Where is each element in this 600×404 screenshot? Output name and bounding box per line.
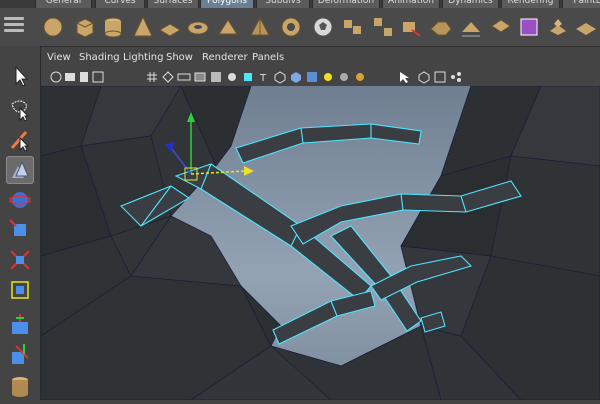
pipe-icon[interactable] [278,14,304,40]
reduce-icon[interactable] [458,14,484,40]
soft-mod-icon[interactable] [6,276,34,304]
bridge-icon[interactable] [573,14,599,40]
image-plane-icon[interactable] [91,69,105,83]
shelf-tab-dynamics[interactable]: Dynamics [442,0,499,8]
show-manipulator-icon[interactable] [6,310,34,338]
combine-icon[interactable] [340,14,366,40]
default-lighting-icon[interactable] [321,69,335,83]
shadows-icon[interactable] [353,69,367,83]
shelf-menu-icon[interactable] [4,14,24,40]
select-tool-icon[interactable] [6,62,34,90]
cylinder-icon[interactable] [100,14,126,40]
rotate-tool-icon[interactable] [6,186,34,214]
panel-menu-lighting[interactable]: Lighting [123,51,163,64]
grid-icon[interactable] [145,69,159,83]
shelf-tab-animation[interactable]: Animation [382,0,440,8]
all-lights-icon[interactable] [337,69,351,83]
extrude-icon[interactable] [545,14,571,40]
extract-icon[interactable] [398,14,424,40]
panel-toolbar: T [41,66,600,87]
lasso-tool-icon[interactable] [6,96,34,124]
shelf-tab-subdivs[interactable]: Subdivs [256,0,310,8]
shelf-tab-rendering[interactable]: Rendering [501,0,560,8]
panel-menu-shading[interactable]: Shading [79,51,120,64]
cone-icon[interactable] [130,14,156,40]
camera-attributes-icon[interactable] [49,69,63,83]
gate-mask-icon[interactable] [209,69,223,83]
panel-menu-view[interactable]: View [47,51,71,64]
paint-select-tool-icon[interactable] [6,126,34,154]
booleans-icon[interactable] [516,14,542,40]
textured-icon[interactable] [305,69,319,83]
svg-text:T: T [259,73,267,84]
move-tool-icon[interactable] [6,156,34,184]
perspective-viewport[interactable] [41,86,600,400]
separate-icon[interactable] [370,14,396,40]
smooth-icon[interactable] [428,14,454,40]
toolbox [0,46,41,400]
shelf-tab-surfaces[interactable]: Surfaces [147,0,199,8]
share-icon[interactable] [449,69,463,83]
shelf-tab-curves[interactable]: Curves [95,0,145,8]
plane-icon[interactable] [157,14,183,40]
prism-icon[interactable] [215,14,241,40]
bookmark-icon[interactable] [77,69,91,83]
resolution-gate-icon[interactable] [193,69,207,83]
torus-icon[interactable] [185,14,211,40]
isolate-select-icon[interactable] [397,69,411,83]
shelf [0,8,600,47]
safe-title-icon[interactable]: T [257,69,271,84]
xray-icon[interactable] [417,69,431,84]
universal-manipulator-icon[interactable] [6,246,34,274]
cylinder-object-icon[interactable] [6,372,34,400]
soccer-ball-icon[interactable] [310,14,336,40]
sphere-icon[interactable] [40,14,66,40]
smooth-shade-icon[interactable] [289,69,303,83]
safe-action-icon[interactable] [241,69,255,83]
cube-icon[interactable] [72,14,98,40]
wireframe-icon[interactable] [161,69,175,83]
select-camera-icon[interactable] [63,69,77,83]
shelf-tab-polygons[interactable]: Polygons [200,0,254,8]
shelf-tab-paintef[interactable]: PaintEf [562,0,600,8]
panel-menu-show[interactable]: Show [166,51,193,64]
panel-menu-renderer[interactable]: Renderer [202,51,248,64]
xray-joints-icon[interactable] [433,69,447,83]
shelf-tab-general[interactable]: General [35,0,92,8]
last-tool-icon[interactable] [6,340,34,368]
cleanup-icon[interactable] [488,14,514,40]
scale-tool-icon[interactable] [6,216,34,244]
film-gate-icon[interactable] [177,69,191,83]
wireframe-shade-icon[interactable] [273,69,287,84]
field-chart-icon[interactable] [225,69,239,83]
panel-menu-panels[interactable]: Panels [252,51,284,64]
panel-menu-bar: View Shading Lighting Show Renderer Panels [41,50,600,65]
viewport-scene[interactable] [41,86,600,400]
shelf-tab-deformation[interactable]: Deformation [312,0,380,8]
pyramid-icon[interactable] [247,14,273,40]
shelf-tab-bar: General Curves Surfaces Polygons Subdivs Defo… [0,0,600,8]
